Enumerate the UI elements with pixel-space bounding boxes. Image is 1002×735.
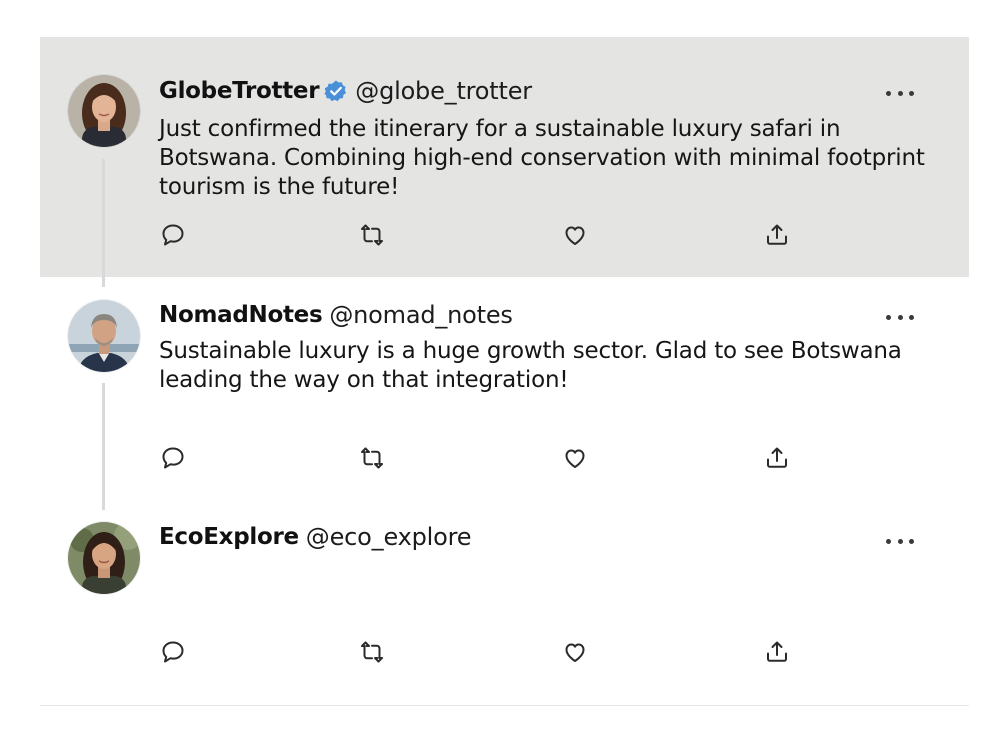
tweet-text: Sustainable luxury is a huge growth sect…	[159, 338, 902, 393]
like-button[interactable]	[560, 220, 590, 250]
reply-button[interactable]	[158, 637, 188, 667]
tweet-text: Just confirmed the itinerary for a susta…	[159, 116, 925, 200]
reply-icon	[162, 641, 184, 663]
heart-icon	[565, 226, 585, 245]
reply-button[interactable]	[158, 443, 188, 473]
display-name[interactable]: GlobeTrotter	[159, 78, 320, 104]
avatar-woman-image	[68, 75, 140, 147]
more-options-icon[interactable]	[886, 87, 914, 99]
tweet-actions	[40, 637, 969, 667]
retweet-icon	[361, 641, 383, 663]
tweet-actions	[40, 220, 969, 250]
avatar[interactable]	[68, 300, 140, 372]
retweet-icon	[361, 224, 383, 246]
share-button[interactable]	[762, 637, 792, 667]
heart-icon	[565, 643, 585, 662]
verified-badge-icon	[324, 79, 348, 103]
retweet-icon	[361, 447, 383, 469]
retweet-button[interactable]	[357, 637, 387, 667]
reply-button[interactable]	[158, 220, 188, 250]
tweet-header: NomadNotes @nomad_notes	[159, 301, 513, 329]
share-button[interactable]	[762, 220, 792, 250]
reply-icon	[162, 224, 184, 246]
avatar-man-image	[68, 300, 140, 372]
tweet-header: GlobeTrotter @globe_trotter	[159, 77, 532, 105]
share-icon	[767, 641, 787, 662]
avatar[interactable]	[68, 522, 140, 594]
user-handle[interactable]: @eco_explore	[306, 523, 472, 551]
like-button[interactable]	[560, 637, 590, 667]
heart-icon	[565, 449, 585, 468]
display-name[interactable]: NomadNotes	[159, 302, 323, 328]
user-handle[interactable]: @globe_trotter	[355, 77, 532, 105]
more-options-icon[interactable]	[886, 311, 914, 323]
share-icon	[767, 224, 787, 245]
bottom-divider	[40, 705, 969, 706]
share-button[interactable]	[762, 443, 792, 473]
tweet-actions	[40, 443, 969, 473]
retweet-button[interactable]	[357, 220, 387, 250]
avatar[interactable]	[68, 75, 140, 147]
share-icon	[767, 447, 787, 468]
reply-icon	[162, 447, 184, 469]
display-name[interactable]: EcoExplore	[159, 524, 299, 550]
more-options-icon[interactable]	[886, 535, 914, 547]
user-handle[interactable]: @nomad_notes	[329, 301, 513, 329]
like-button[interactable]	[560, 443, 590, 473]
tweet-header: EcoExplore @eco_explore	[159, 523, 471, 551]
retweet-button[interactable]	[357, 443, 387, 473]
avatar-woman-image	[68, 522, 140, 594]
